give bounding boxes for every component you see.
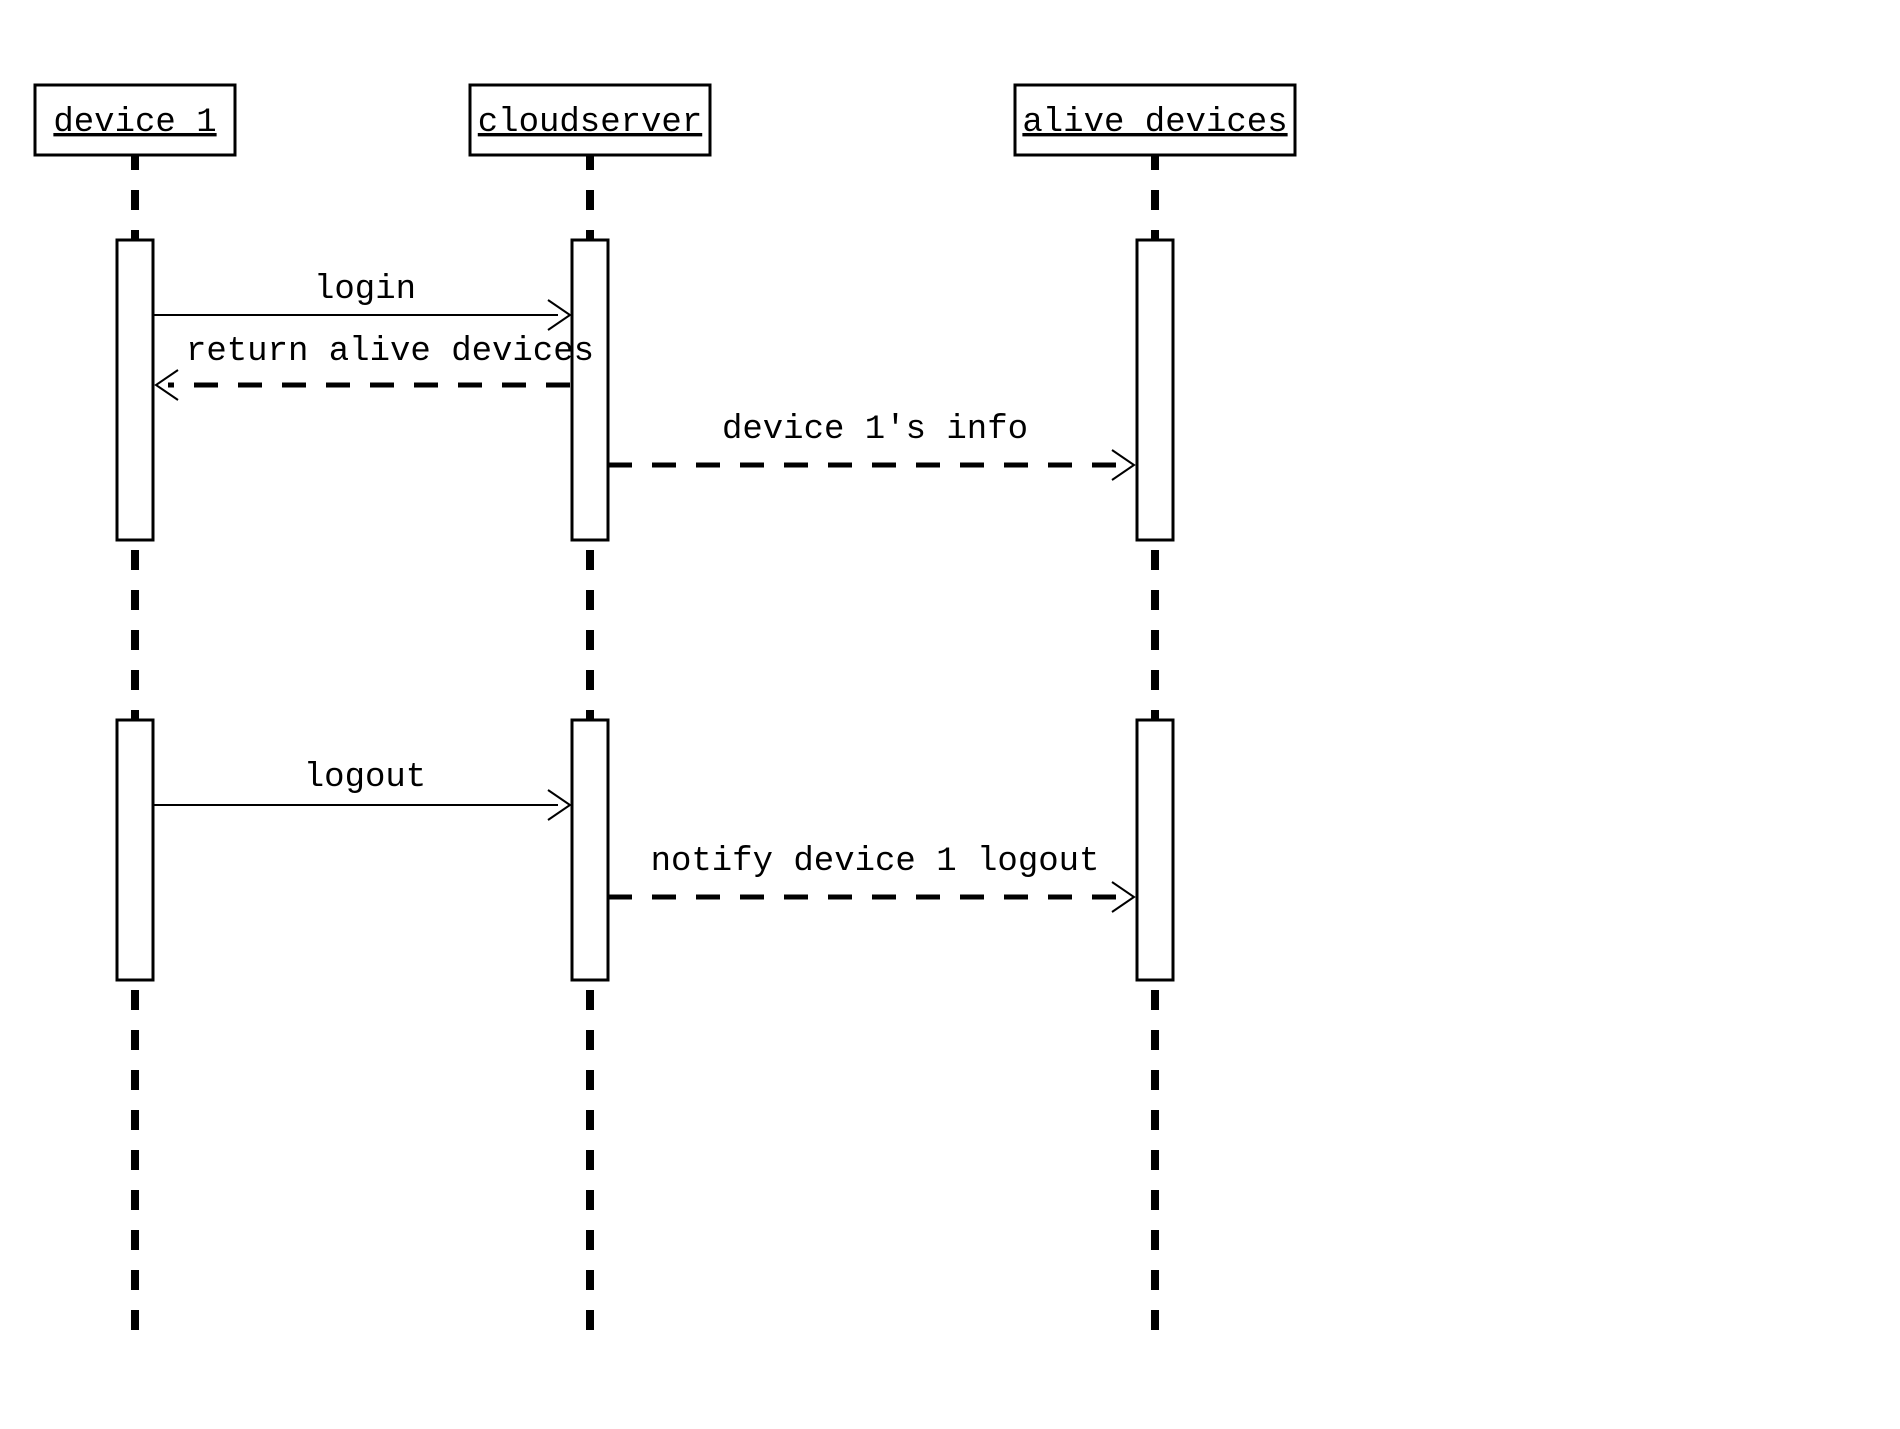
message-login-label: login [314, 271, 416, 309]
activation-device1-2 [117, 720, 153, 980]
message-notify-logout-label: notify device 1 logout [651, 843, 1100, 881]
activation-device1-1 [117, 240, 153, 540]
sequence-diagram: device 1 cloudserver alive devices login… [0, 0, 1900, 1429]
message-login: login [153, 271, 570, 330]
participant-device1-label: device 1 [53, 104, 216, 142]
activation-cloudserver-2 [572, 720, 608, 980]
message-return-alive-devices-label: return alive devices [186, 333, 594, 371]
participant-cloudserver: cloudserver [470, 85, 710, 155]
activation-cloudserver-1 [572, 240, 608, 540]
message-notify-logout: notify device 1 logout [608, 843, 1134, 912]
participant-cloudserver-label: cloudserver [478, 104, 702, 142]
message-logout: logout [153, 759, 570, 820]
participant-alive-devices-label: alive devices [1022, 104, 1287, 142]
participant-alive-devices: alive devices [1015, 85, 1295, 155]
message-device1-info: device 1's info [608, 411, 1134, 480]
message-device1-info-label: device 1's info [722, 411, 1028, 449]
message-logout-label: logout [304, 759, 426, 797]
message-return-alive-devices: return alive devices [156, 333, 594, 400]
participant-device1: device 1 [35, 85, 235, 155]
activation-alive-devices-2 [1137, 720, 1173, 980]
activation-alive-devices-1 [1137, 240, 1173, 540]
